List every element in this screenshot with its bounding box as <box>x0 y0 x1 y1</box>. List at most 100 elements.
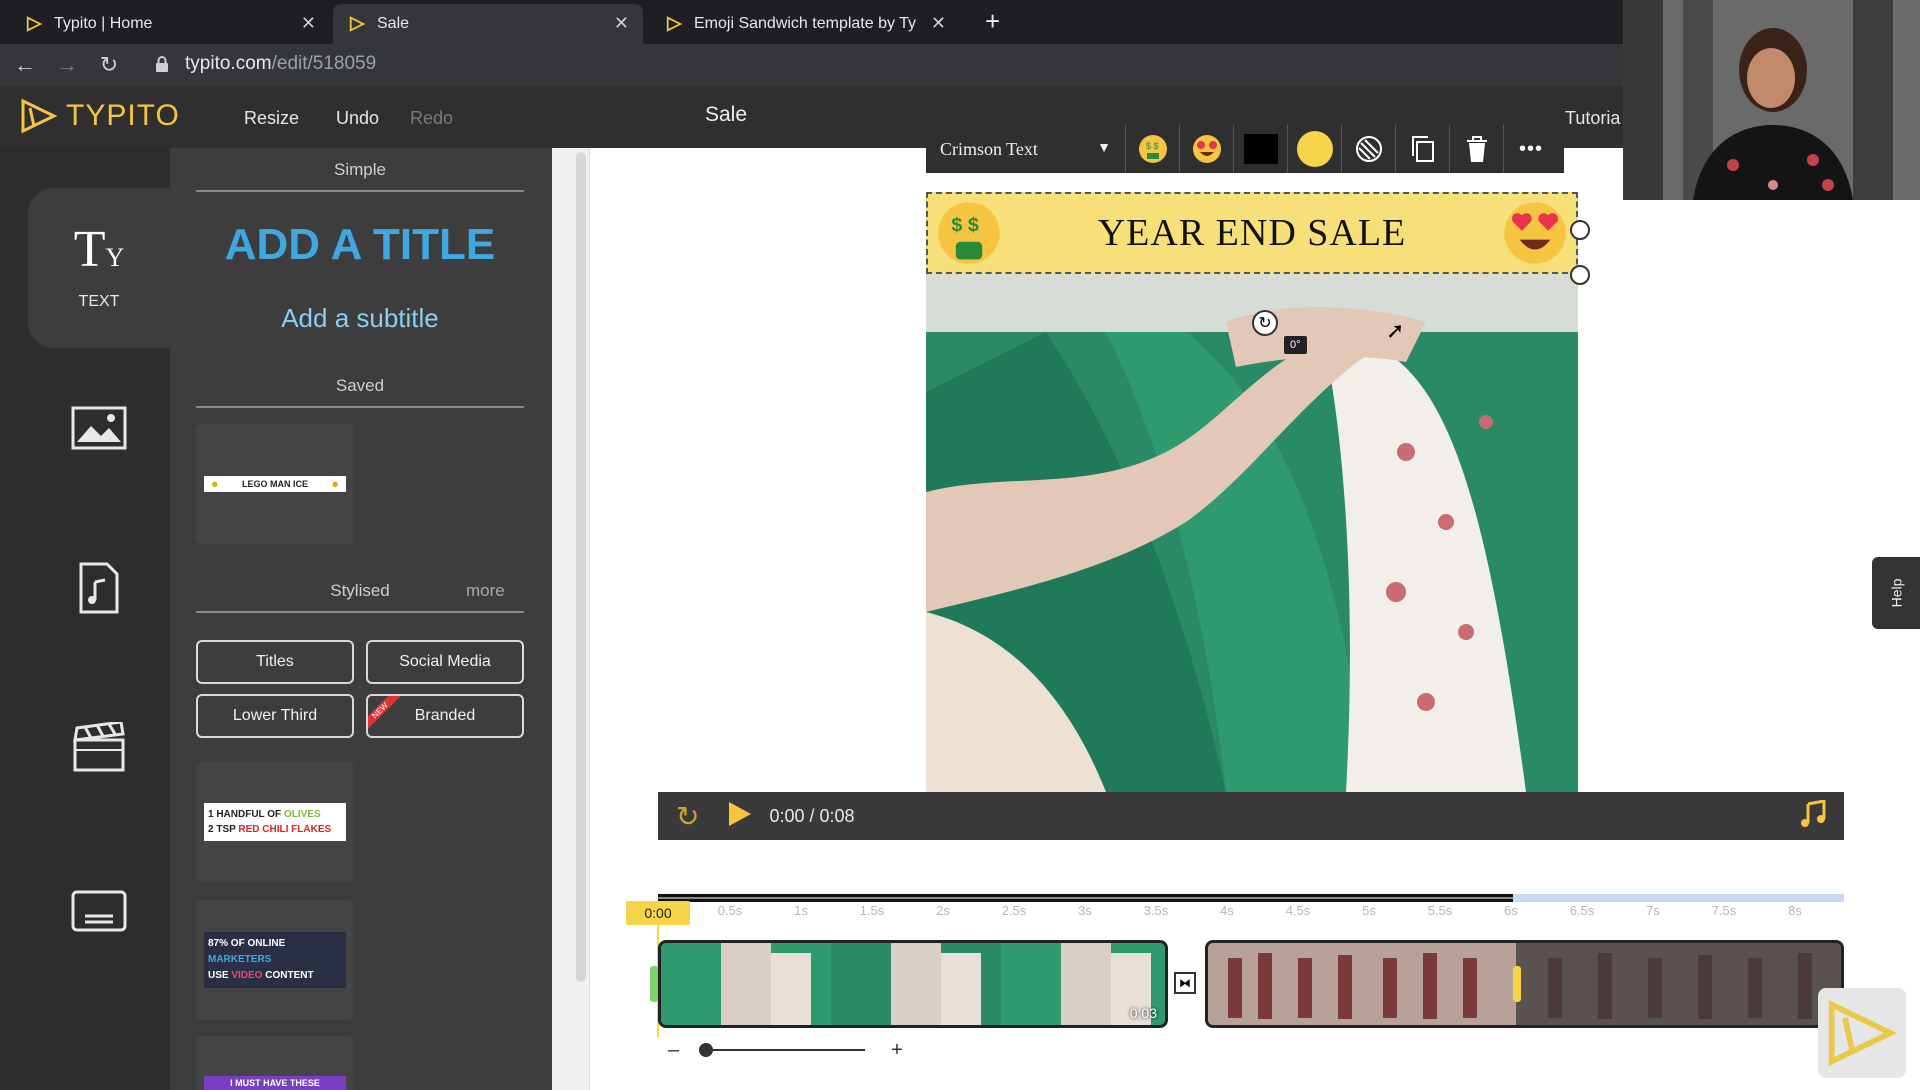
template-text: 87% OF ONLINE <box>208 938 286 949</box>
clip-trim-handle[interactable] <box>1513 966 1521 1002</box>
tab-typito-home[interactable]: Typito | Home ✕ <box>10 4 330 44</box>
opacity-icon <box>1355 136 1382 162</box>
new-tab-button[interactable]: + <box>985 6 1000 36</box>
lower-third-button[interactable]: Lower Third <box>196 694 354 738</box>
help-label: Help <box>1887 578 1904 608</box>
titles-button[interactable]: Titles <box>196 640 354 684</box>
back-arrow-icon[interactable]: ← <box>12 52 38 78</box>
play-icon <box>729 801 752 826</box>
redo-button[interactable]: Redo <box>410 108 453 129</box>
webcam-overlay <box>1623 0 1920 200</box>
duplicate-icon <box>1411 136 1434 162</box>
clip-thumbnails <box>661 943 1165 1025</box>
forward-arrow-icon[interactable]: → <box>54 52 80 78</box>
video-frame[interactable] <box>926 192 1578 792</box>
canvas-scrollbar[interactable] <box>576 152 586 982</box>
rail-item-music[interactable] <box>28 533 170 643</box>
playback-time: 0:00 / 0:08 <box>769 805 855 826</box>
template-text-highlight: RED CHILI FLAKES <box>238 824 332 835</box>
section-heading-saved: Saved <box>196 376 524 408</box>
zoom-in-button[interactable]: + <box>891 1039 903 1062</box>
typito-logo-icon <box>21 98 58 134</box>
font-select[interactable]: Crimson Text ▼ <box>926 125 1126 173</box>
tick-label: 3s <box>1078 903 1092 918</box>
tab-emoji-sandwich[interactable]: Emoji Sandwich template by Ty ✕ <box>650 4 960 44</box>
zoom-slider[interactable] <box>699 1043 866 1057</box>
tutorial-link[interactable]: Tutoria <box>1565 108 1620 129</box>
rail-item-text[interactable]: TY TEXT <box>28 188 170 348</box>
template-thumb[interactable]: 87% OF ONLINE MARKETERS USE VIDEO CONTEN… <box>196 900 354 1020</box>
heart-eyes-emoji-icon <box>1502 200 1568 280</box>
subtitles-icon <box>71 890 127 932</box>
rail-item-subtitles[interactable] <box>28 856 170 966</box>
more-options-button[interactable]: ••• <box>1504 125 1558 173</box>
heart-eyes-emoji-icon <box>1192 135 1221 163</box>
resize-handle[interactable] <box>1570 265 1590 285</box>
text-toolbar: Crimson Text ▼ $ $ ••• <box>926 125 1564 173</box>
rail-label: TEXT <box>78 293 120 310</box>
trash-icon <box>1466 136 1487 162</box>
text-layer-banner[interactable]: $ $ YEAR END SALE <box>926 192 1578 274</box>
tick-label: 6s <box>1504 903 1518 918</box>
opacity-button[interactable] <box>1342 125 1396 173</box>
template-thumb[interactable]: I MUST HAVE THESE <box>196 1036 354 1090</box>
typito-logo[interactable]: TYPITO <box>20 98 180 134</box>
help-tab[interactable]: Help <box>1872 557 1920 629</box>
branded-button[interactable]: NEW Branded <box>366 694 524 738</box>
play-button[interactable] <box>725 800 753 833</box>
heart-eyes-emoji-button[interactable] <box>1180 125 1234 173</box>
template-text-highlight: MARKETERS <box>208 954 272 965</box>
tab-title: Emoji Sandwich template by Ty <box>694 15 917 32</box>
clip-thumbnails <box>1208 943 1841 1025</box>
tick-label: 7s <box>1646 903 1660 918</box>
tick-label: 1s <box>794 903 808 918</box>
typito-watermark <box>1818 988 1906 1078</box>
resize-handle[interactable] <box>1570 220 1590 240</box>
timeline-clip-2[interactable] <box>1205 940 1844 1028</box>
reload-icon[interactable]: ↻ <box>96 52 122 78</box>
new-badge: NEW <box>368 696 405 735</box>
close-icon[interactable]: ✕ <box>301 13 316 34</box>
timeline-scrub-track[interactable] <box>658 890 1844 902</box>
money-emoji-button[interactable]: $ $ <box>1126 125 1180 173</box>
zoom-out-button[interactable]: – <box>668 1039 679 1062</box>
clapperboard-icon <box>73 722 125 772</box>
clip-trim-handle[interactable] <box>650 966 658 1002</box>
logo-text: TYPITO <box>66 99 180 132</box>
template-text: CONTENT <box>262 970 314 981</box>
music-note-icon[interactable] <box>1798 798 1826 833</box>
left-tool-rail: TY TEXT <box>0 148 170 1090</box>
player-bar: ↻ 0:00 / 0:08 <box>658 792 1844 840</box>
rotate-icon[interactable]: ↻ <box>1252 310 1278 336</box>
zoom-slider-thumb[interactable] <box>699 1043 714 1057</box>
rail-item-clips[interactable] <box>28 693 170 803</box>
add-title-option[interactable]: ADD A TITLE <box>196 220 524 270</box>
duplicate-button[interactable] <box>1396 125 1450 173</box>
url-host: typito.com <box>185 53 272 74</box>
tab-sale[interactable]: Sale ✕ <box>333 4 643 44</box>
url-field[interactable]: typito.com/edit/518059 <box>185 53 376 75</box>
project-title[interactable]: Sale <box>705 103 747 127</box>
undo-button[interactable]: Undo <box>336 108 379 129</box>
delete-button[interactable] <box>1450 125 1504 173</box>
template-thumb[interactable]: 1 HANDFUL OF OLIVES 2 TSP RED CHILI FLAK… <box>196 762 354 882</box>
canvas-gutter <box>552 148 590 1090</box>
template-preview: I MUST HAVE THESE <box>204 1076 346 1090</box>
timeline-clip-1[interactable]: 0:03 <box>658 940 1168 1028</box>
template-text: 1 HANDFUL OF <box>208 809 284 820</box>
tick-label: 0.5s <box>717 903 743 918</box>
add-subtitle-option[interactable]: Add a subtitle <box>196 303 524 334</box>
rail-item-media[interactable] <box>28 373 170 483</box>
background-color-button[interactable] <box>1288 125 1342 173</box>
more-link[interactable]: more <box>466 581 505 601</box>
chevron-down-icon: ▼ <box>1097 141 1111 156</box>
playhead-time-label[interactable]: 0:00 <box>626 901 690 925</box>
text-color-button[interactable] <box>1234 125 1288 173</box>
close-icon[interactable]: ✕ <box>931 13 946 34</box>
resize-button[interactable]: Resize <box>244 108 299 129</box>
replay-icon[interactable]: ↻ <box>676 800 699 833</box>
close-icon[interactable]: ✕ <box>614 13 629 34</box>
social-media-button[interactable]: Social Media <box>366 640 524 684</box>
saved-template-thumb[interactable]: ☻ LEGO MAN ICE ☻ <box>196 424 354 544</box>
transition-icon[interactable]: ⧓ <box>1174 972 1196 994</box>
